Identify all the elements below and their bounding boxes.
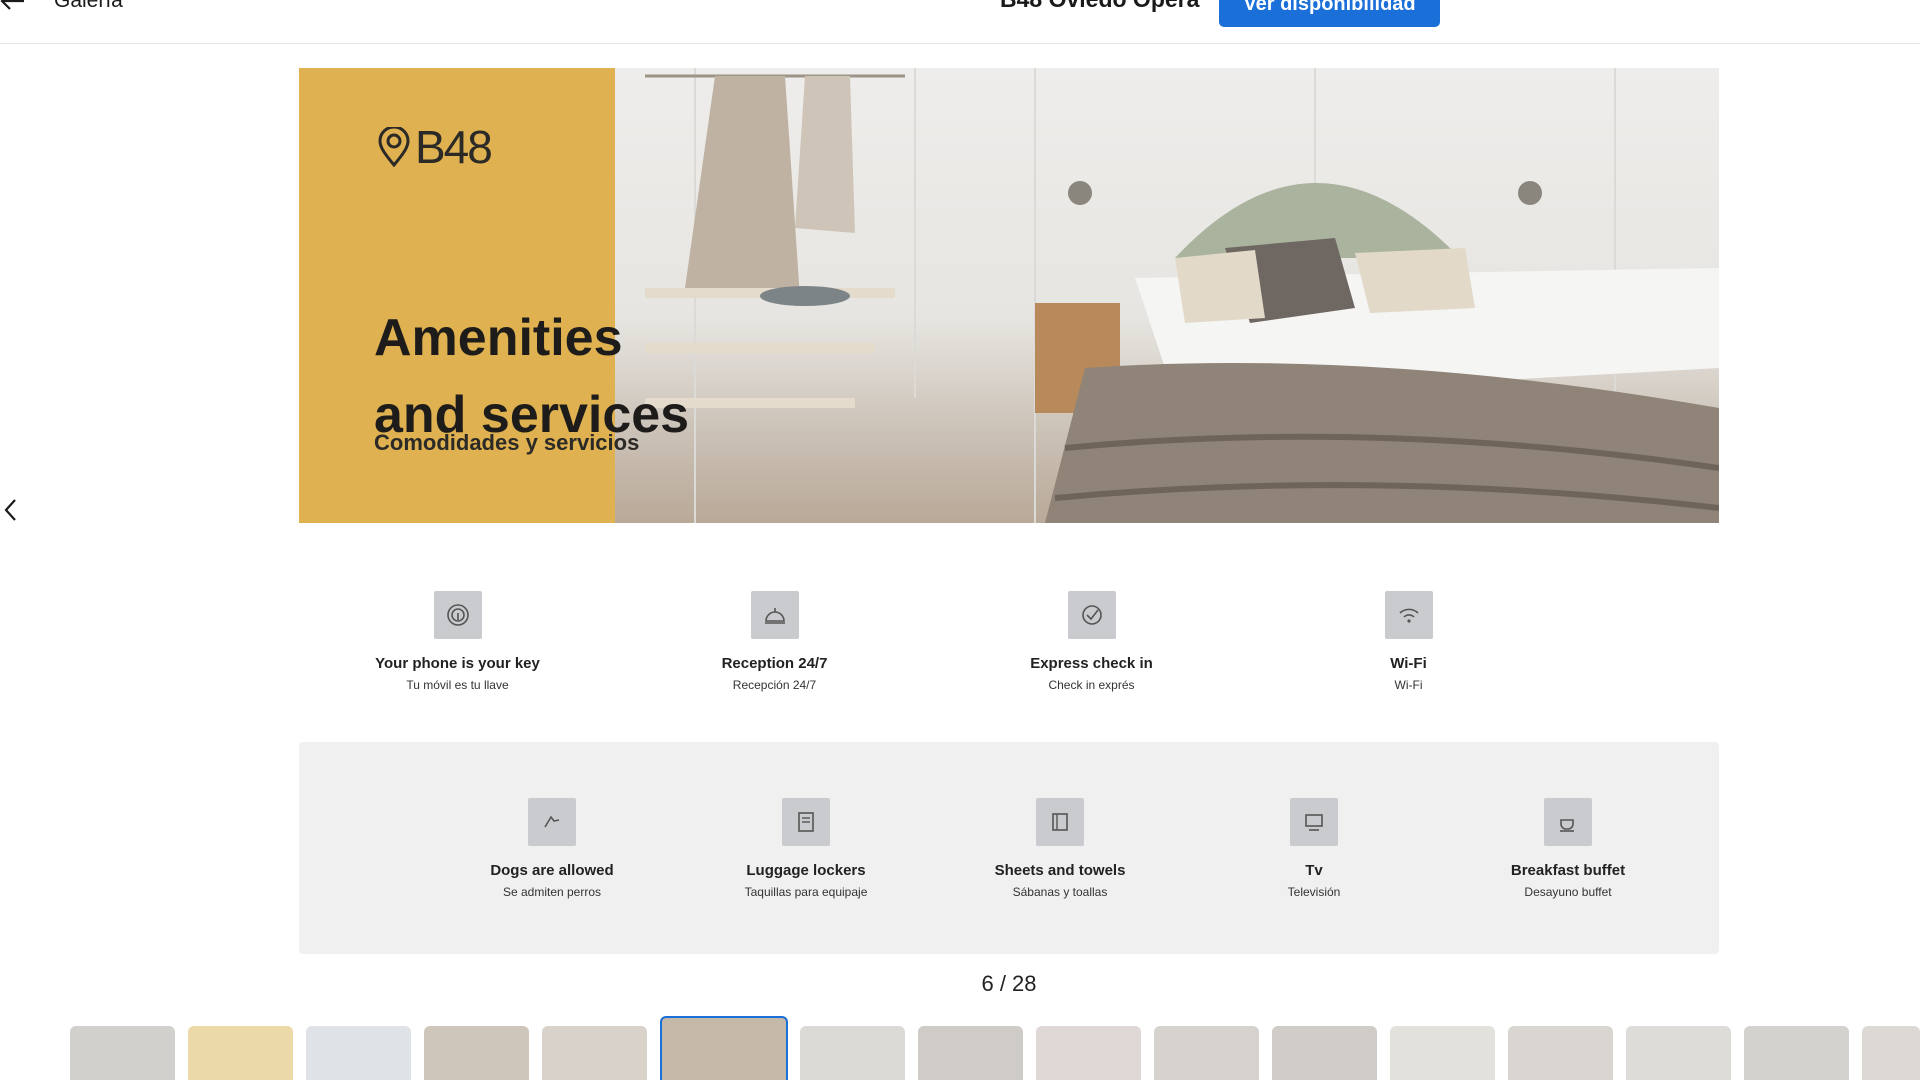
thumbnail[interactable]	[1744, 1026, 1849, 1080]
amenity-luggage-lockers: Luggage lockers Taquillas para equipaje	[679, 798, 933, 899]
amenity-label-es: Sábanas y toallas	[1012, 885, 1108, 899]
b48-logo: B48	[377, 120, 493, 174]
hero-banner: B48 Amenities and services Comodidades y…	[299, 68, 1719, 523]
amenity-label-en: Luggage lockers	[746, 862, 866, 879]
check-circle-icon	[1081, 605, 1102, 625]
amenity-label-en: Tv	[1305, 862, 1323, 879]
logo-text: B48	[415, 121, 493, 173]
amenity-label-en: Breakfast buffet	[1510, 862, 1626, 879]
amenity-label-es: Wi-Fi	[1394, 678, 1423, 692]
thumbnail[interactable]	[1036, 1026, 1141, 1080]
hotel-name: B48 Oviedo Ópera	[1000, 0, 1199, 13]
amenity-label-en: Sheets and towels	[994, 862, 1126, 879]
top-bar: Galería B48 Oviedo Ópera Ver disponibili…	[0, 0, 1920, 44]
thumbnail[interactable]	[542, 1026, 647, 1080]
coffee-cup-icon	[1560, 819, 1574, 832]
amenities-row-1: Your phone is your key Tu móvil es tu ll…	[299, 591, 1567, 692]
thumbnail[interactable]	[306, 1026, 411, 1080]
amenities-row-2: Dogs are allowed Se admiten perros Lugga…	[425, 798, 1695, 899]
thumbnail[interactable]	[1390, 1026, 1495, 1080]
amenity-phone-key: Your phone is your key Tu móvil es tu ll…	[299, 591, 616, 692]
thumbnail[interactable]	[918, 1026, 1023, 1080]
wifi-icon	[1398, 608, 1419, 623]
thumbnail[interactable]	[1626, 1026, 1731, 1080]
amenity-tv: Tv Televisión	[1187, 798, 1441, 899]
check-availability-button[interactable]: Ver disponibilidad	[1219, 0, 1440, 27]
chevron-left-icon	[4, 499, 16, 521]
back-to-gallery-button[interactable]: Galería	[0, 0, 123, 14]
tv-icon	[1305, 814, 1323, 831]
amenity-label-en: Your phone is your key	[375, 655, 540, 672]
location-pin-icon	[378, 127, 410, 167]
hero-subtitle: Comodidades y servicios	[374, 430, 640, 455]
thumbnail[interactable]	[424, 1026, 529, 1080]
fingerprint-icon	[446, 604, 469, 626]
amenity-label-es: Taquillas para equipaje	[744, 885, 868, 899]
thumbnail[interactable]	[1154, 1026, 1259, 1080]
previous-image-button[interactable]	[0, 495, 24, 525]
reception-bell-icon	[764, 608, 785, 624]
amenity-express-checkin: Express check in Check in exprés	[933, 591, 1250, 692]
bedroom-photo	[615, 68, 1719, 523]
bedroom-illustration	[645, 68, 1719, 523]
amenity-label-en: Express check in	[1030, 655, 1153, 672]
thumbnail[interactable]	[70, 1026, 175, 1080]
locker-icon	[798, 812, 814, 832]
towel-icon	[1052, 813, 1068, 831]
amenity-label-es: Tu móvil es tu llave	[406, 678, 509, 692]
amenity-label-en: Dogs are allowed	[490, 862, 614, 879]
thumbnail[interactable]	[1272, 1026, 1377, 1080]
amenity-label-es: Se admiten perros	[502, 885, 602, 899]
amenity-label-es: Check in exprés	[1048, 678, 1135, 692]
thumbnail[interactable]	[1508, 1026, 1613, 1080]
amenity-label-es: Desayuno buffet	[1524, 885, 1612, 899]
amenity-label-es: Televisión	[1287, 885, 1341, 899]
thumbnail-active[interactable]	[660, 1016, 788, 1080]
amenity-breakfast: Breakfast buffet Desayuno buffet	[1441, 798, 1695, 899]
gallery-slide: B48 Amenities and services Comodidades y…	[299, 68, 1719, 955]
back-label: Galería	[54, 0, 123, 12]
thumbnail[interactable]	[1862, 1026, 1920, 1080]
thumbnail[interactable]	[188, 1026, 293, 1080]
amenity-wifi: Wi-Fi Wi-Fi	[1250, 591, 1567, 692]
amenity-sheets-towels: Sheets and towels Sábanas y toallas	[933, 798, 1187, 899]
amenity-label-en: Wi-Fi	[1390, 655, 1427, 672]
arrow-left-icon	[0, 0, 24, 10]
thumbnail[interactable]	[800, 1026, 905, 1080]
amenity-dogs: Dogs are allowed Se admiten perros	[425, 798, 679, 899]
thumbnail-strip	[0, 1014, 1920, 1080]
amenity-reception: Reception 24/7 Recepción 24/7	[616, 591, 933, 692]
image-counter: 6 / 28	[981, 971, 1037, 996]
dog-icon	[544, 815, 560, 828]
amenity-label-es: Recepción 24/7	[732, 678, 817, 692]
amenity-label-en: Reception 24/7	[721, 655, 828, 672]
